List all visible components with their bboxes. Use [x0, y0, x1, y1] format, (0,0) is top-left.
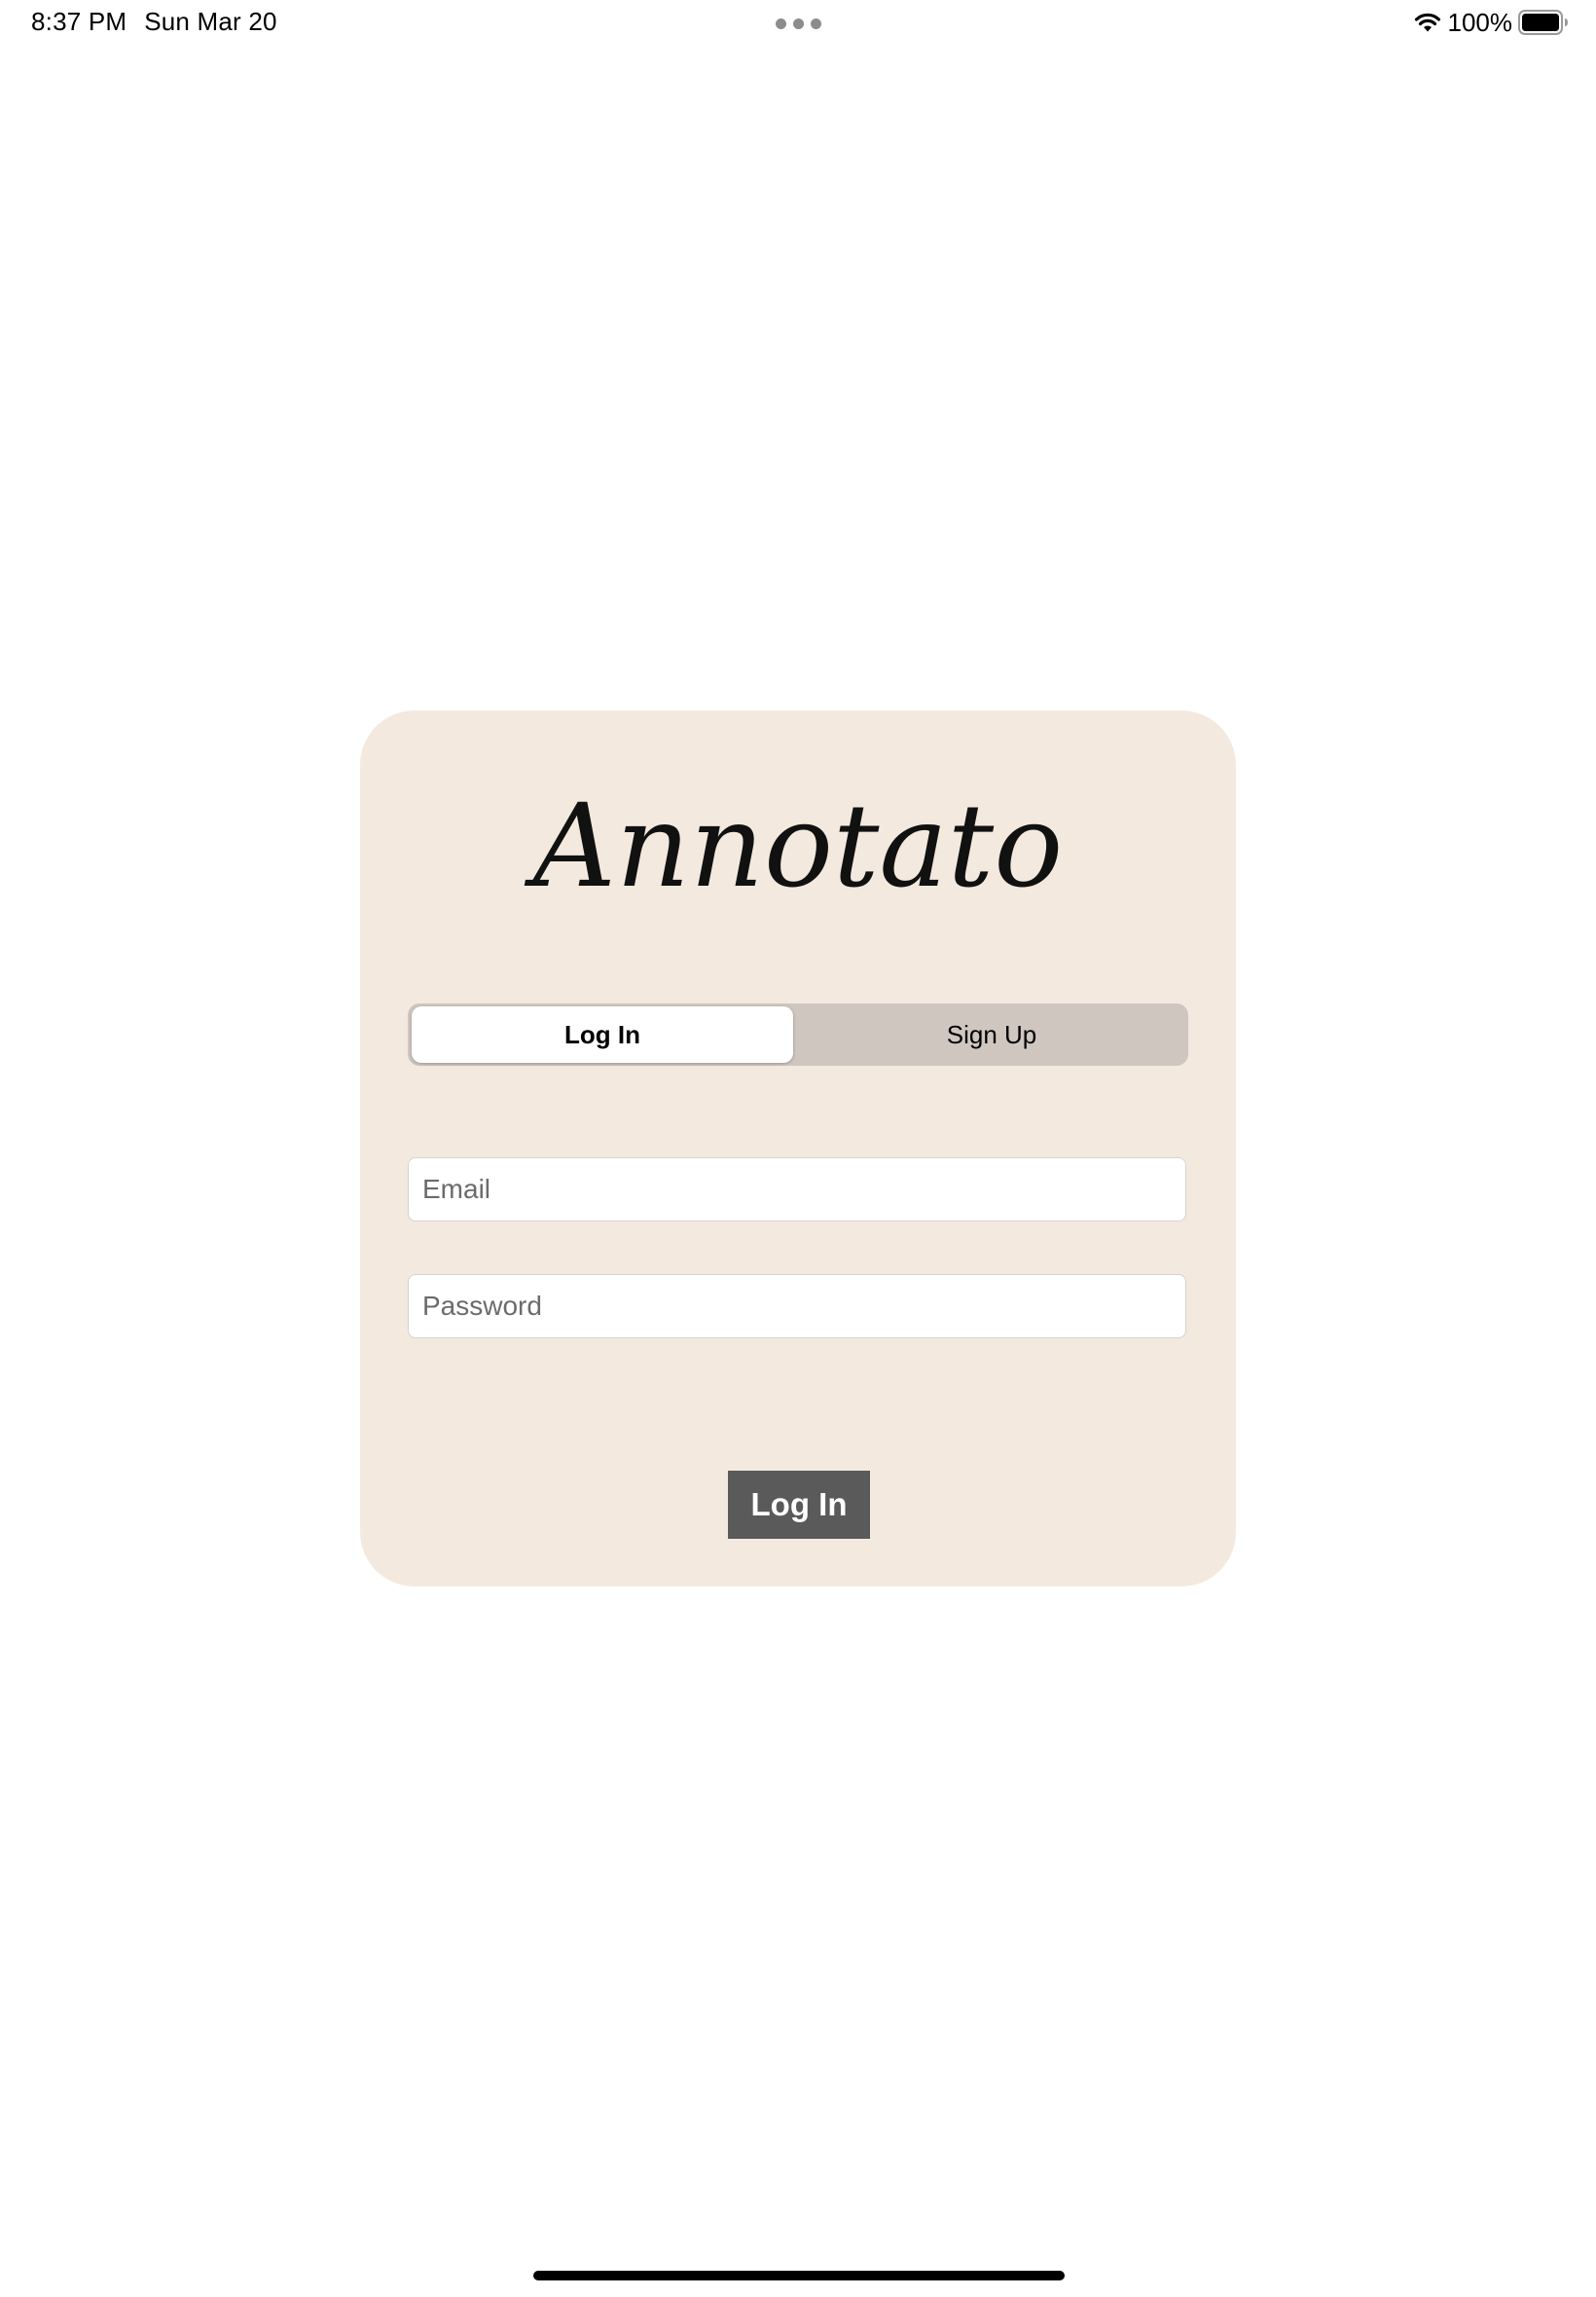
- app-logo: Annotato: [525, 779, 1063, 905]
- tab-sign-up[interactable]: Sign Up: [801, 1006, 1182, 1063]
- tab-log-in[interactable]: Log In: [412, 1006, 793, 1063]
- status-right: 100%: [1413, 7, 1570, 38]
- home-indicator[interactable]: [533, 2271, 1065, 2280]
- status-date: Sun Mar 20: [144, 7, 277, 36]
- log-in-button[interactable]: Log In: [728, 1471, 870, 1539]
- password-input[interactable]: [408, 1274, 1186, 1338]
- email-input[interactable]: [408, 1157, 1186, 1221]
- dot: [776, 18, 786, 29]
- status-time: 8:37 PM: [31, 7, 127, 36]
- battery-icon: [1518, 10, 1568, 35]
- app-logo-text: Annotato: [525, 779, 1063, 905]
- status-bar: 8:37 PM Sun Mar 20 100%: [0, 0, 1596, 47]
- dot: [793, 18, 804, 29]
- wifi-icon: [1414, 13, 1440, 32]
- dot: [811, 18, 821, 29]
- battery-percent: 100%: [1447, 7, 1513, 37]
- multitask-dots-icon[interactable]: [776, 18, 822, 30]
- status-time-date: 8:37 PM Sun Mar 20: [31, 7, 277, 37]
- auth-mode-segmented-control: Log In Sign Up: [408, 1003, 1188, 1066]
- login-card: Annotato Log In Sign Up Log In: [360, 711, 1236, 1586]
